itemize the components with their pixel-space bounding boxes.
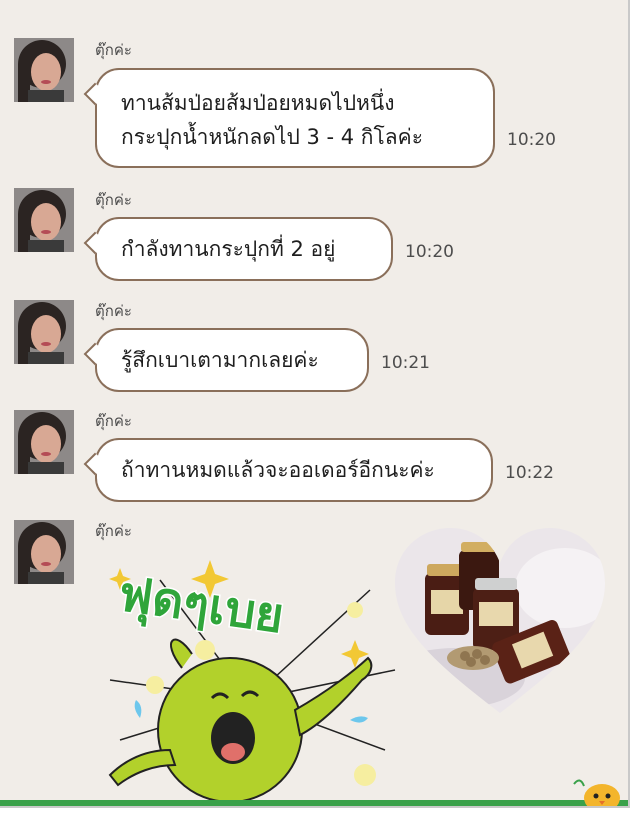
message-bubble[interactable]: กำลังทานกระปุกที่ 2 อยู่ xyxy=(95,217,393,281)
sender-name: ตุ๊กค่ะ xyxy=(95,41,132,59)
avatar[interactable] xyxy=(14,300,74,364)
chat-area[interactable]: ตุ๊กค่ะ ทานส้มป่อยส้มป่อยหมดไปหนึ่ง กระป… xyxy=(0,0,630,808)
message-bubble[interactable]: ทานส้มป่อยส้มป่อยหมดไปหนึ่ง กระปุกน้ำหนั… xyxy=(95,68,495,168)
sender-name: ตุ๊กค่ะ xyxy=(95,191,132,209)
message-text-line: กำลังทานกระปุกที่ 2 อยู่ xyxy=(121,237,336,261)
chick-sticker-icon xyxy=(572,776,622,806)
message-time: 10:20 xyxy=(507,130,556,150)
sender-name: ตุ๊กค่ะ xyxy=(95,522,132,540)
message-text-line: รู้สึกเบาเตามากเลยค่ะ xyxy=(121,348,319,372)
ground-strip xyxy=(0,800,628,806)
message-bubble[interactable]: รู้สึกเบาเตามากเลยค่ะ xyxy=(95,328,369,392)
message-text-line: กระปุกน้ำหนักลดไป 3 - 4 กิโลค่ะ xyxy=(121,125,423,149)
heart-product-photo[interactable] xyxy=(395,528,605,718)
sticker[interactable]: ฟุดๆเบย xyxy=(100,550,400,806)
sender-name: ตุ๊กค่ะ xyxy=(95,302,132,320)
avatar[interactable] xyxy=(14,410,74,474)
message-text-line: ถ้าทานหมดแล้วจะออเดอร์อีกนะค่ะ xyxy=(121,458,435,482)
message-text-line: ทานส้มป่อยส้มป่อยหมดไปหนึ่ง xyxy=(121,91,395,115)
message-time: 10:22 xyxy=(505,463,554,483)
sender-name: ตุ๊กค่ะ xyxy=(95,412,132,430)
avatar[interactable] xyxy=(14,38,74,102)
message-bubble[interactable]: ถ้าทานหมดแล้วจะออเดอร์อีกนะค่ะ xyxy=(95,438,493,502)
avatar[interactable] xyxy=(14,188,74,252)
message-time: 10:20 xyxy=(405,242,454,262)
message-time: 10:21 xyxy=(381,353,430,373)
avatar[interactable] xyxy=(14,520,74,584)
